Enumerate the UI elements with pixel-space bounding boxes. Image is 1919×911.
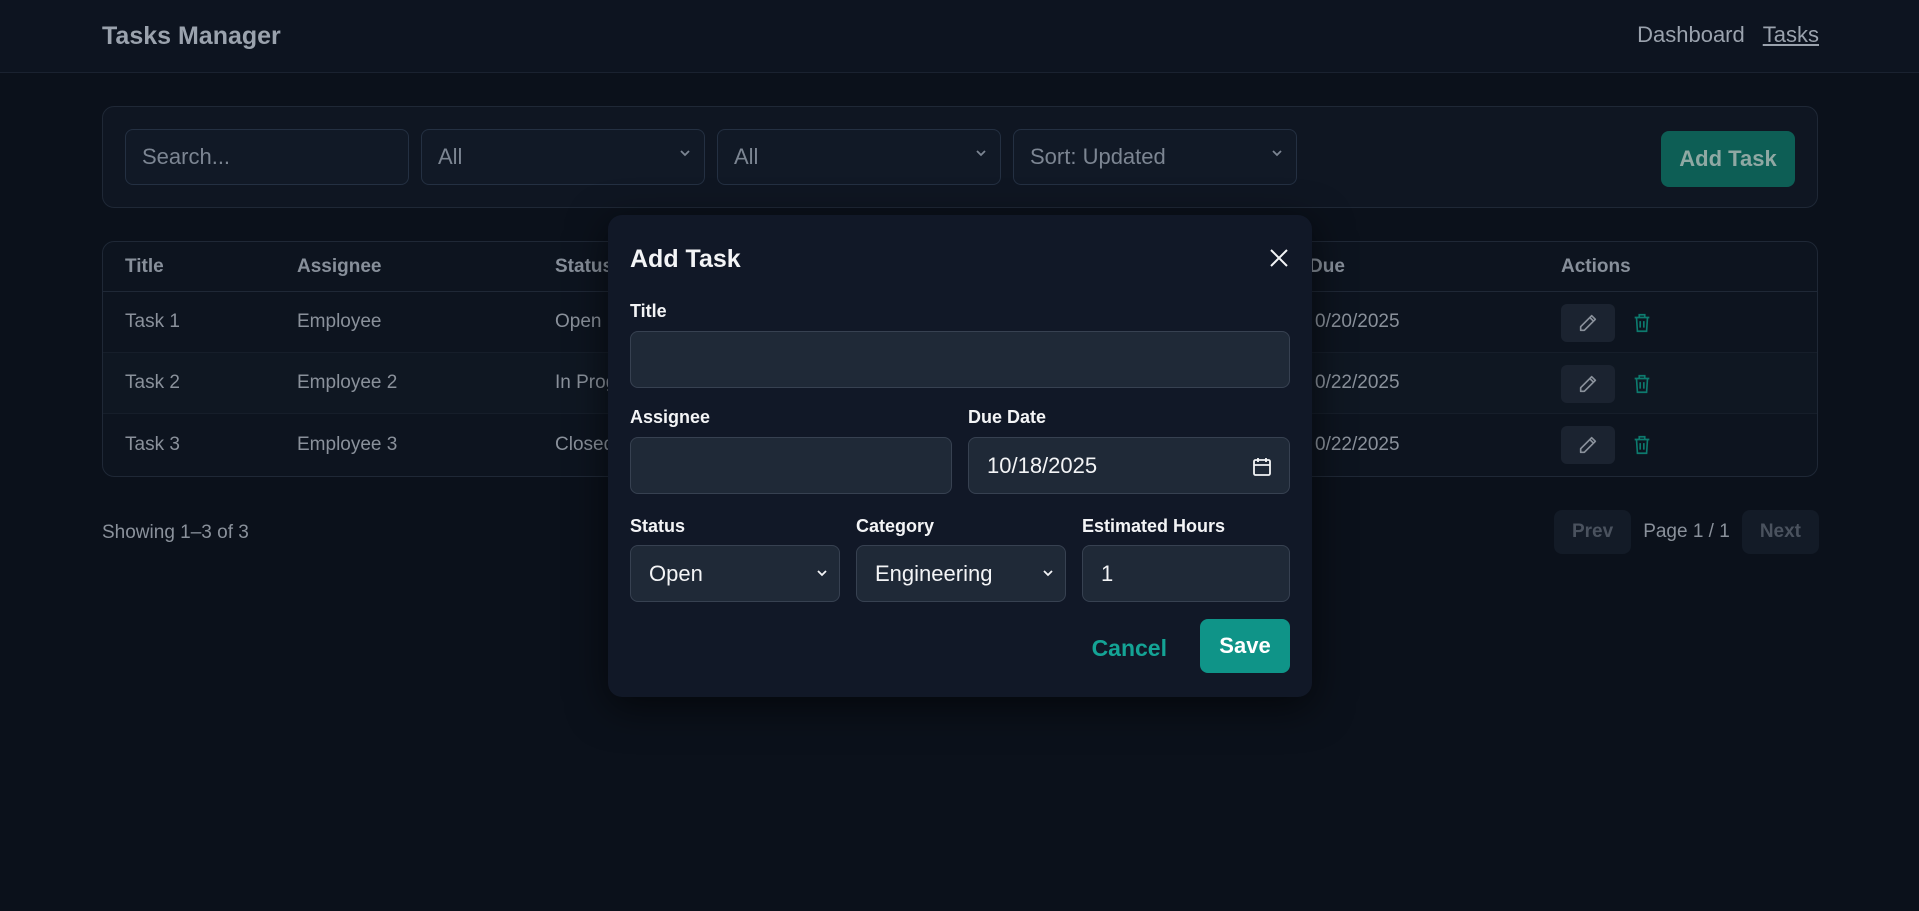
status-select-value: Open — [649, 560, 703, 586]
category-label: Category — [856, 516, 935, 536]
calendar-icon[interactable] — [1251, 456, 1273, 478]
column-header-status: Status — [555, 255, 614, 277]
nav-tasks[interactable]: Tasks — [1763, 22, 1819, 48]
hours-label: Estimated Hours — [1082, 516, 1226, 536]
cell-assignee: Employee — [297, 311, 382, 332]
due-date-label: Due Date — [968, 407, 1047, 427]
assignee-label: Assignee — [630, 407, 711, 427]
cell-title: Task 3 — [125, 433, 180, 455]
row-actions — [1561, 426, 1653, 464]
chevron-down-icon — [976, 150, 986, 157]
cell-due: 0/22/2025 — [1315, 372, 1400, 393]
filter-select-1-value: All — [438, 144, 463, 169]
cell-status: Closed — [555, 433, 615, 455]
pencil-icon — [1579, 375, 1597, 393]
nav-dashboard[interactable]: Dashboard — [1637, 22, 1745, 48]
estimated-hours-input[interactable]: 1 — [1082, 545, 1290, 602]
pagination: Prev Page 1 / 1 Next — [1553, 510, 1819, 554]
column-header-assignee: Assignee — [297, 255, 382, 277]
category-select-value: Engineering — [875, 560, 993, 586]
category-select[interactable]: Engineering — [856, 545, 1066, 602]
title-input[interactable] — [630, 331, 1290, 388]
column-header-title: Title — [125, 255, 164, 277]
row-actions — [1561, 365, 1653, 403]
cell-due: 0/22/2025 — [1315, 433, 1400, 455]
trash-icon[interactable] — [1631, 311, 1653, 335]
due-date-input[interactable]: 10/18/2025 — [968, 437, 1290, 494]
cell-due: 0/20/2025 — [1315, 311, 1400, 332]
chevron-down-icon — [817, 570, 827, 577]
edit-button[interactable] — [1561, 304, 1615, 342]
column-header-due: Due — [1309, 255, 1345, 277]
prev-button[interactable]: Prev — [1553, 510, 1632, 554]
status-select[interactable]: Open — [630, 545, 840, 602]
close-icon[interactable] — [1268, 247, 1290, 269]
row-actions — [1561, 304, 1653, 342]
main-nav: Dashboard Tasks — [1637, 22, 1819, 48]
cell-assignee: Employee 3 — [297, 433, 398, 455]
cancel-button[interactable]: Cancel — [1092, 635, 1167, 662]
chevron-down-icon — [1272, 150, 1282, 157]
assignee-input[interactable] — [630, 437, 952, 494]
status-label: Status — [630, 516, 686, 536]
chevron-down-icon — [1043, 570, 1053, 577]
column-header-actions: Actions — [1561, 255, 1631, 277]
add-task-button[interactable]: Add Task — [1661, 131, 1795, 187]
trash-icon[interactable] — [1631, 372, 1653, 396]
results-count: Showing 1–3 of 3 — [102, 522, 249, 543]
search-input[interactable]: Search... — [125, 129, 409, 185]
top-header: Tasks Manager Dashboard Tasks — [0, 0, 1919, 73]
cell-title: Task 2 — [125, 372, 180, 393]
app-brand: Tasks Manager — [102, 22, 281, 50]
page-indicator: Page 1 / 1 — [1643, 521, 1730, 542]
cell-status: Open — [555, 311, 602, 332]
add-task-modal: Add Task Title Assignee Due Date 10/18/2… — [608, 215, 1312, 697]
cell-assignee: Employee 2 — [297, 372, 398, 393]
sort-select[interactable]: Sort: Updated — [1013, 129, 1297, 185]
modal-title: Add Task — [630, 245, 741, 273]
sort-select-value: Sort: Updated — [1030, 144, 1166, 169]
filter-toolbar: Search... All All Sort: Updated Add Task — [102, 106, 1818, 208]
save-button[interactable]: Save — [1200, 619, 1290, 673]
next-button[interactable]: Next — [1741, 510, 1819, 554]
cell-title: Task 1 — [125, 311, 180, 332]
filter-select-2-value: All — [734, 144, 759, 169]
filter-select-2[interactable]: All — [717, 129, 1001, 185]
edit-button[interactable] — [1561, 365, 1615, 403]
trash-icon[interactable] — [1631, 433, 1653, 457]
pencil-icon — [1579, 314, 1597, 332]
filter-select-1[interactable]: All — [421, 129, 705, 185]
due-date-value: 10/18/2025 — [987, 452, 1098, 478]
edit-button[interactable] — [1561, 426, 1615, 464]
pencil-icon — [1579, 436, 1597, 454]
chevron-down-icon — [680, 150, 690, 157]
title-label: Title — [630, 301, 667, 321]
